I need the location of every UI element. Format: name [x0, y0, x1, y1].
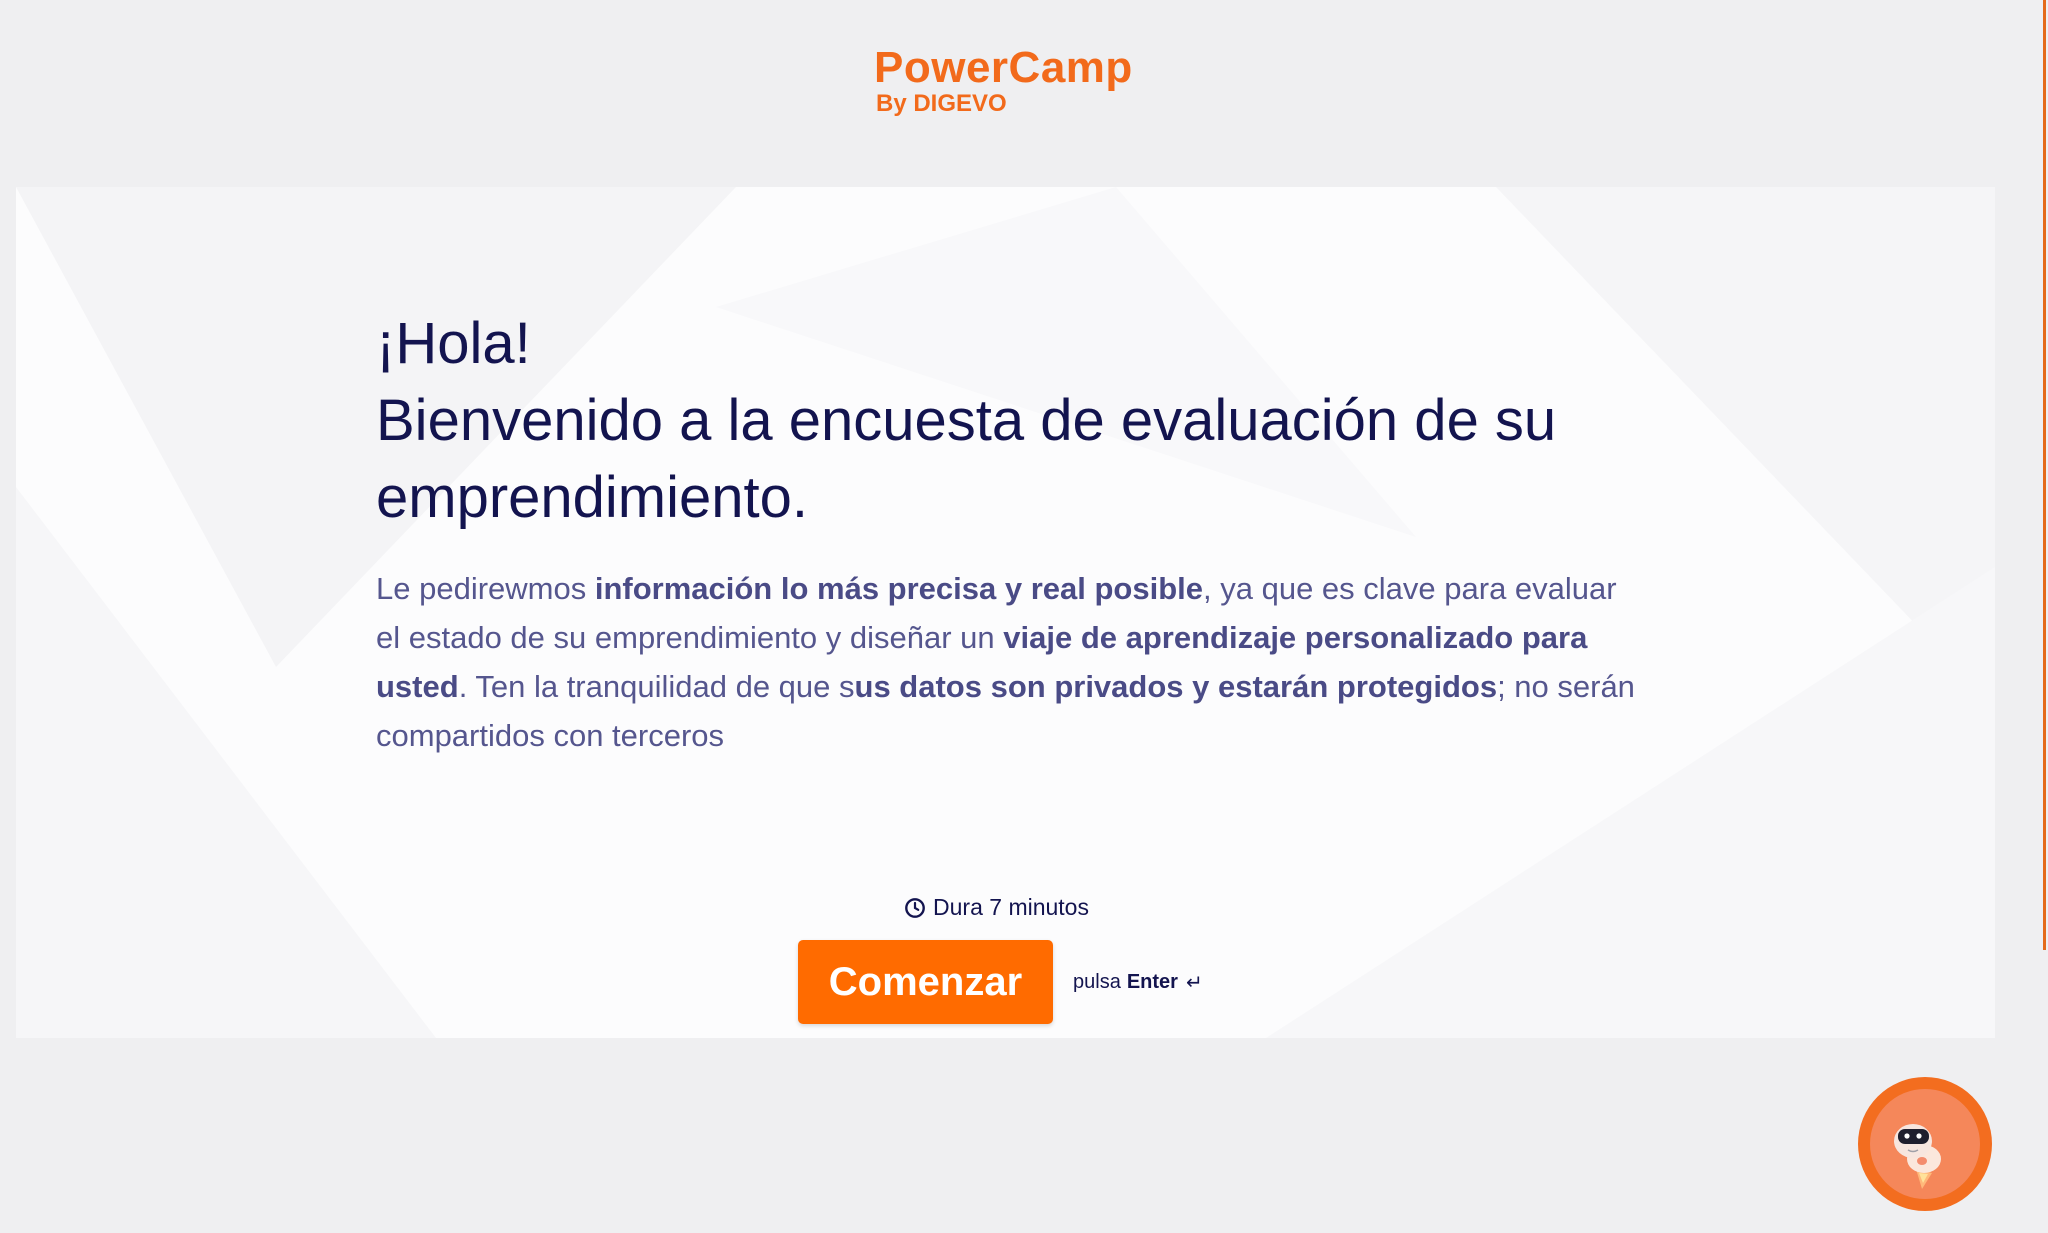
hint-prefix: pulsa: [1073, 970, 1121, 993]
logo-byline: By DIGEVO: [876, 90, 1007, 117]
start-row: Comenzar pulsa Enter ↵: [798, 940, 1203, 1024]
logo-name: PowerCamp: [874, 43, 1133, 92]
duration-text: Dura 7 minutos: [933, 894, 1089, 920]
survey-title: Bienvenido a la encuesta de evaluación d…: [376, 388, 1557, 530]
welcome-card: ¡Hola! Bienvenido a la encuesta de evalu…: [16, 187, 1995, 1038]
intro-text-3: . Ten la tranquilidad de que s: [458, 669, 855, 704]
welcome-content: ¡Hola! Bienvenido a la encuesta de evalu…: [376, 305, 1636, 760]
start-button[interactable]: Comenzar: [798, 940, 1053, 1024]
chat-assistant-button[interactable]: [1858, 1077, 1992, 1211]
clock-icon: [905, 897, 925, 918]
intro-paragraph: Le pedirewmos información lo más precisa…: [376, 564, 1636, 760]
hint-key: Enter: [1126, 970, 1178, 993]
enter-hint: pulsa Enter ↵: [1073, 970, 1203, 995]
greeting: ¡Hola!: [376, 311, 531, 376]
duration-info: Dura 7 minutos: [16, 894, 1995, 921]
enter-key-icon: ↵: [1185, 971, 1203, 994]
intro-bold-3: us datos son privados y estarán protegid…: [854, 669, 1498, 704]
welcome-heading: ¡Hola! Bienvenido a la encuesta de evalu…: [376, 305, 1636, 536]
intro-text-1: Le pedirewmos: [376, 571, 595, 606]
robot-assistant-icon: [1870, 1089, 1980, 1199]
powercamp-logo: PowerCamp By DIGEVO: [874, 46, 1133, 116]
intro-bold-1: información lo más precisa y real posibl…: [594, 571, 1204, 606]
page-edge-divider: [2043, 0, 2046, 950]
